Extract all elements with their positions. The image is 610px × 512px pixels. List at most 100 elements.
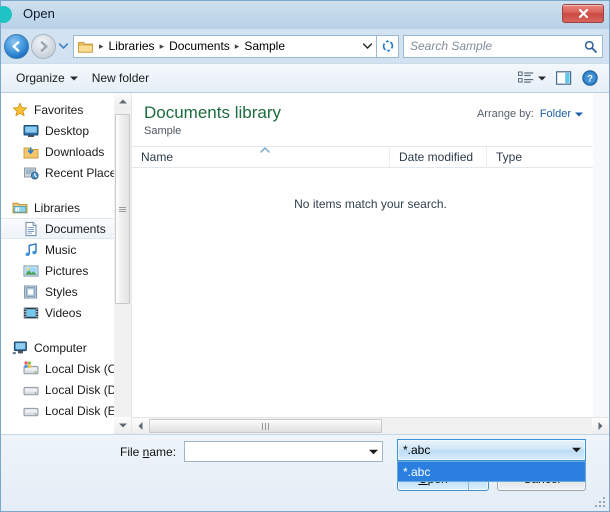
- sidebar-item-computer[interactable]: Computer: [1, 337, 131, 358]
- breadcrumb-sample[interactable]: Sample: [242, 39, 287, 53]
- arrange-by-label: Arrange by:: [476, 108, 534, 120]
- sidebar-item-recent-places[interactable]: Recent Places: [1, 162, 131, 183]
- sidebar-label: Styles: [45, 284, 78, 299]
- refresh-icon: [382, 39, 393, 53]
- file-list-horizontal-scrollbar[interactable]: [132, 417, 609, 434]
- scroll-up-button[interactable]: [114, 93, 131, 110]
- address-bar[interactable]: ▸ Libraries ▸ Documents ▸ Sample: [73, 34, 377, 58]
- grip-lines-icon: [119, 206, 126, 213]
- back-arrow-icon: [12, 40, 20, 52]
- navigation-pane: Favorites Desktop Downloads Recent Place…: [1, 93, 132, 434]
- breadcrumb-documents[interactable]: Documents: [167, 39, 232, 53]
- new-folder-button[interactable]: New folder: [85, 68, 156, 88]
- sidebar-label: Music: [45, 242, 77, 257]
- sidebar-item-libraries[interactable]: Libraries: [1, 197, 131, 218]
- scroll-right-button[interactable]: [592, 418, 609, 434]
- sidebar-label: Local Disk (E:): [45, 403, 124, 418]
- styles-icon: [24, 285, 38, 298]
- close-button[interactable]: [562, 4, 604, 23]
- forward-button[interactable]: [31, 33, 56, 59]
- file-name-dropdown-button[interactable]: [365, 442, 382, 461]
- folder-icon: [78, 40, 93, 53]
- file-type-filter-dropdown-list[interactable]: *.abc: [397, 461, 586, 482]
- sidebar-item-videos[interactable]: Videos: [1, 302, 131, 323]
- scrollbar-thumb[interactable]: [115, 114, 130, 304]
- sidebar-label: Desktop: [45, 123, 90, 138]
- new-folder-label: New folder: [91, 71, 150, 85]
- file-name-input[interactable]: [185, 442, 365, 461]
- app-icon: [0, 6, 12, 23]
- sidebar-label: Downloads: [45, 144, 105, 159]
- sidebar-item-local-disk-c[interactable]: Local Disk (C:): [1, 358, 131, 379]
- sidebar-item-downloads[interactable]: Downloads: [1, 141, 131, 162]
- file-name-label: File name:: [120, 445, 176, 459]
- list-view-icon: [518, 71, 534, 83]
- videos-icon: [23, 307, 39, 318]
- sidebar-item-styles[interactable]: Styles: [1, 281, 131, 302]
- triangle-right-icon: [598, 422, 603, 430]
- navigation-pane-content: Favorites Desktop Downloads Recent Place…: [1, 93, 131, 421]
- title-bar: Open: [0, 1, 609, 29]
- libraries-icon: [12, 202, 28, 213]
- file-type-filter-option[interactable]: *.abc: [398, 462, 585, 481]
- system-drive-icon: [23, 361, 39, 374]
- grip-lines-icon: [261, 422, 270, 430]
- open-file-dialog: Open ▸ Libraries ▸ Documents ▸ Sample Se…: [0, 0, 610, 512]
- refresh-button[interactable]: [377, 34, 399, 58]
- file-name-label-after: ame:: [149, 445, 177, 459]
- scroll-left-button[interactable]: [132, 418, 149, 434]
- sidebar-group-favorites: Favorites Desktop Downloads Recent Place…: [1, 99, 131, 183]
- help-button[interactable]: ?: [577, 67, 603, 89]
- file-type-filter-combobox[interactable]: *.abc: [397, 439, 586, 461]
- svg-text:?: ?: [587, 74, 593, 85]
- scrollbar-track[interactable]: [114, 110, 131, 417]
- arrange-by: Arrange by: Folder: [477, 108, 583, 120]
- scrollbar-thumb[interactable]: [149, 419, 382, 433]
- sidebar-item-favorites[interactable]: Favorites: [1, 99, 131, 120]
- file-type-filter-option-label: *.abc: [403, 464, 431, 479]
- chevron-down-icon: [572, 447, 581, 453]
- sidebar-item-local-disk-d[interactable]: Local Disk (D:): [1, 379, 131, 400]
- star-icon: [12, 102, 28, 116]
- recent-pages-button[interactable]: [56, 35, 70, 57]
- chevron-down-icon: [575, 112, 583, 116]
- sidebar-item-desktop[interactable]: Desktop: [1, 120, 131, 141]
- sidebar-item-local-disk-e[interactable]: Local Disk (E:): [1, 400, 131, 421]
- column-header-type[interactable]: Type: [487, 146, 609, 168]
- chevron-down-icon: [369, 449, 378, 454]
- organize-label: Organize: [16, 71, 65, 85]
- file-name-combobox[interactable]: [184, 441, 383, 462]
- navigation-pane-scrollbar[interactable]: [114, 93, 131, 434]
- file-type-filter-dropdown-button[interactable]: [568, 441, 585, 460]
- resize-grip-icon: [595, 497, 605, 507]
- music-icon: [25, 242, 37, 256]
- breadcrumb-libraries[interactable]: Libraries: [107, 39, 157, 53]
- triangle-down-icon: [118, 423, 127, 428]
- preview-pane-button[interactable]: [551, 68, 577, 88]
- arrange-by-value[interactable]: Folder: [540, 108, 583, 120]
- search-box[interactable]: Search Sample: [403, 34, 603, 58]
- resize-grip[interactable]: [594, 496, 606, 508]
- close-icon: [578, 8, 588, 19]
- arrange-by-value-text: Folder: [539, 108, 571, 120]
- library-subtitle: Sample: [144, 125, 182, 137]
- search-input[interactable]: Search Sample: [404, 39, 492, 53]
- sidebar-item-documents[interactable]: Documents: [1, 218, 131, 239]
- organize-button[interactable]: Organize: [9, 68, 85, 88]
- sidebar-label: Recent Places: [45, 165, 123, 180]
- back-button[interactable]: [4, 33, 29, 59]
- pictures-icon: [23, 265, 39, 276]
- scroll-down-button[interactable]: [114, 417, 131, 434]
- sidebar-item-pictures[interactable]: Pictures: [1, 260, 131, 281]
- address-dropdown-button[interactable]: [363, 36, 372, 57]
- scrollbar-track[interactable]: [149, 418, 592, 434]
- change-view-button[interactable]: [513, 68, 551, 88]
- drive-icon: [23, 386, 39, 395]
- column-header-date-modified[interactable]: Date modified: [390, 146, 487, 168]
- sidebar-item-music[interactable]: Music: [1, 239, 131, 260]
- drive-icon: [23, 407, 39, 416]
- dialog-body: Favorites Desktop Downloads Recent Place…: [1, 93, 609, 435]
- column-label: Date modified: [399, 150, 474, 164]
- sidebar-label: Computer: [34, 340, 87, 355]
- help-icon: ?: [582, 70, 598, 86]
